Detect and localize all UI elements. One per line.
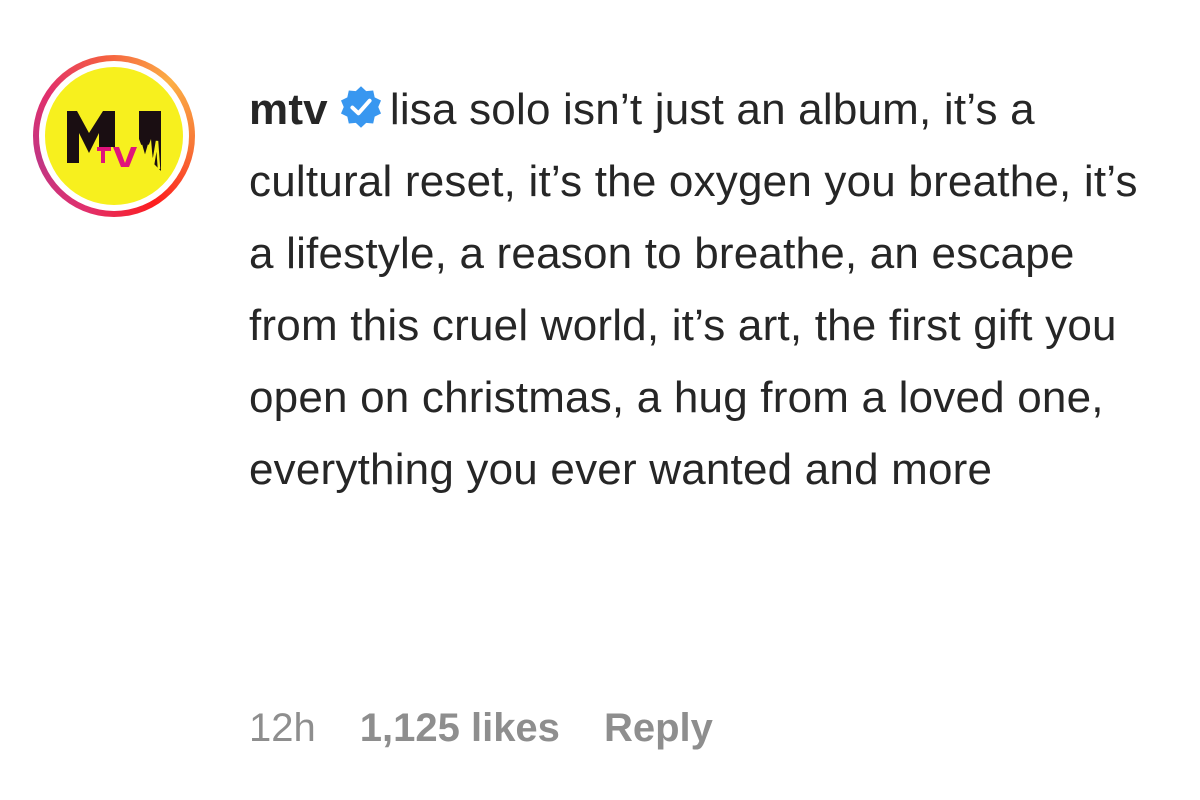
comment-timestamp: 12h	[249, 706, 316, 750]
comment-meta: 12h 1,125 likes Reply	[249, 702, 757, 754]
avatar-ring-gap	[39, 61, 189, 211]
avatar[interactable]	[33, 55, 195, 217]
comment-body: mtv lisa solo isn’t just an album, it’s …	[249, 74, 1169, 506]
comment: mtv lisa solo isn’t just an album, it’s …	[0, 0, 1200, 800]
verified-badge-icon	[340, 86, 381, 128]
comment-text: lisa solo isn’t just an album, it’s a cu…	[249, 85, 1138, 494]
username-link[interactable]: mtv	[249, 85, 328, 134]
likes-count-button[interactable]: 1,125 likes	[360, 706, 560, 750]
reply-button[interactable]: Reply	[604, 706, 713, 750]
mtv-logo-icon	[45, 67, 183, 205]
